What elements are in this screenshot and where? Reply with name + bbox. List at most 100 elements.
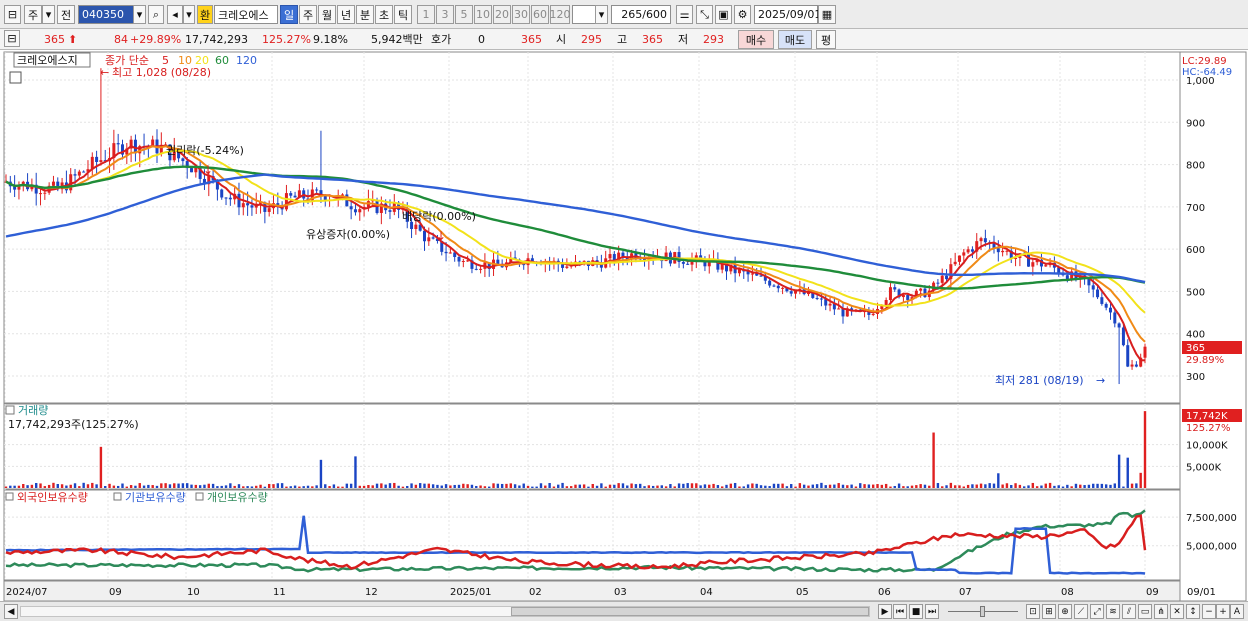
layout-icon[interactable]: ⊟ — [4, 5, 21, 24]
scroll-left-icon[interactable]: ◀ — [4, 604, 18, 619]
zoom-fit-icon[interactable]: ⊡ — [1026, 604, 1040, 619]
trend-tool-icon[interactable]: ⤢ — [1090, 604, 1104, 619]
candle-body — [776, 285, 780, 289]
x-axis-label: 09 — [109, 587, 122, 598]
channel-tool-icon[interactable]: ⫽ — [1122, 604, 1136, 619]
first-icon[interactable]: ⏮ — [893, 604, 907, 619]
chevron-down-icon[interactable]: ▾ — [42, 5, 55, 24]
line-tool-icon[interactable]: ⟋ — [1074, 604, 1088, 619]
high-value: 365 — [642, 33, 663, 46]
hoga-value: 0 — [478, 33, 485, 46]
quote-volume-ratio: 125.27% — [262, 33, 311, 46]
save-icon[interactable]: ▣ — [715, 5, 732, 24]
speaker-dropdown-icon[interactable]: ▾ — [183, 5, 195, 24]
scroll-right-icon[interactable]: ▶ — [878, 604, 892, 619]
volume-bar — [928, 485, 931, 488]
last-icon[interactable]: ⏭ — [925, 604, 939, 619]
tick-3-button[interactable]: 3 — [436, 5, 454, 24]
volume-bar — [116, 485, 120, 488]
delete-tool-icon[interactable]: ✕ — [1170, 604, 1184, 619]
prev-button[interactable]: 전 — [57, 5, 75, 24]
volume-bar — [975, 484, 978, 488]
market-select[interactable]: 주 — [24, 5, 42, 24]
fib-tool-icon[interactable]: ≋ — [1106, 604, 1120, 619]
up-arrow-icon: ⬆ — [68, 33, 78, 46]
candle-icon[interactable]: ⚌ — [676, 5, 693, 24]
cursor-icon[interactable]: ⊕ — [1058, 604, 1072, 619]
tick-1-button[interactable]: 1 — [417, 5, 435, 24]
open-label: 시 — [556, 33, 567, 46]
period-4-button[interactable]: 분 — [356, 5, 374, 24]
volume-bar — [880, 484, 884, 488]
sell-button[interactable]: 매도 — [778, 30, 812, 49]
stop-icon[interactable]: ■ — [909, 604, 923, 619]
count-field[interactable]: 265/600 — [611, 5, 671, 24]
event-arrow-icon: ↓ — [203, 163, 213, 177]
volume-last-value: 17,742K — [1186, 411, 1228, 422]
pan-icon[interactable]: ↕ — [1186, 604, 1200, 619]
volume-bar — [893, 486, 896, 488]
drawing-icon[interactable]: ⤡ — [696, 5, 713, 24]
calendar-icon[interactable]: ▦ — [818, 5, 836, 24]
max-price-label: 최고 1,028 (08/28) — [112, 66, 211, 79]
volume-bar — [293, 485, 297, 488]
tick-120-button[interactable]: 120 — [550, 5, 571, 24]
tick-60-button[interactable]: 60 — [531, 5, 549, 24]
volume-bar — [876, 484, 879, 488]
zoom-in-icon[interactable]: + — [1216, 604, 1230, 619]
tick-5-button[interactable]: 5 — [455, 5, 473, 24]
font-size-icon[interactable]: A — [1230, 604, 1244, 619]
period-0-button[interactable]: 일 — [280, 5, 298, 24]
scrollbar-thumb[interactable] — [511, 607, 869, 616]
volume-bar — [677, 483, 681, 488]
volume-bar — [35, 482, 38, 488]
stock-chart[interactable]: 1,0009008007006005004003002024/07 09 10 11 1… — [0, 50, 1248, 602]
volume-bar — [186, 483, 189, 488]
period-2-button[interactable]: 월 — [318, 5, 336, 24]
volume-bar — [1079, 484, 1082, 488]
period-1-button[interactable]: 주 — [299, 5, 317, 24]
stock-name: 크레오에스 — [214, 5, 278, 24]
panel-grid-icon — [9, 71, 22, 84]
eval-button[interactable]: 평 — [816, 30, 836, 49]
candle-body — [190, 168, 194, 173]
volume-bar — [1044, 483, 1047, 488]
ticks-dropdown-icon[interactable]: ▾ — [595, 5, 608, 24]
candle-body — [358, 209, 362, 213]
period-5-button[interactable]: 초 — [375, 5, 393, 24]
volume-bar — [173, 483, 176, 488]
speaker-icon[interactable]: ◂ — [167, 5, 183, 24]
volume-bar — [125, 486, 129, 488]
volume-bar — [686, 483, 689, 488]
volume-bar — [781, 483, 784, 488]
scrollbar-track[interactable] — [20, 606, 870, 617]
volume-bar — [936, 483, 940, 488]
period-6-button[interactable]: 틱 — [394, 5, 412, 24]
zoom-out-icon[interactable]: − — [1202, 604, 1216, 619]
candle-body — [957, 255, 961, 262]
volume-bar — [971, 484, 974, 488]
quote-toggle-icon[interactable]: ⊟ — [4, 30, 20, 47]
tick-10-button[interactable]: 10 — [474, 5, 492, 24]
exchange-badge[interactable]: 환 — [197, 5, 213, 24]
zoom-slider-thumb[interactable] — [980, 606, 985, 617]
buy-button[interactable]: 매수 — [738, 30, 774, 49]
code-dropdown-icon[interactable]: ▾ — [133, 5, 146, 24]
period-3-button[interactable]: 년 — [337, 5, 355, 24]
volume-bar — [630, 483, 633, 488]
code-input[interactable]: 040350 — [78, 5, 134, 24]
volume-bar — [164, 483, 167, 488]
volume-bar — [897, 483, 901, 488]
volume-bar — [837, 483, 840, 488]
volume-bar — [992, 483, 996, 488]
pitch-tool-icon[interactable]: ⋔ — [1154, 604, 1168, 619]
zoom-area-icon[interactable]: ⊞ — [1042, 604, 1056, 619]
volume-bar — [9, 485, 12, 488]
tick-30-button[interactable]: 30 — [512, 5, 530, 24]
volume-bar — [479, 485, 482, 488]
search-icon[interactable]: ⌕ — [148, 5, 164, 24]
box-tool-icon[interactable]: ▭ — [1138, 604, 1152, 619]
tick-20-button[interactable]: 20 — [493, 5, 511, 24]
date-field[interactable]: 2025/09/01 — [754, 5, 821, 24]
gear-icon[interactable]: ⚙ — [734, 5, 751, 24]
